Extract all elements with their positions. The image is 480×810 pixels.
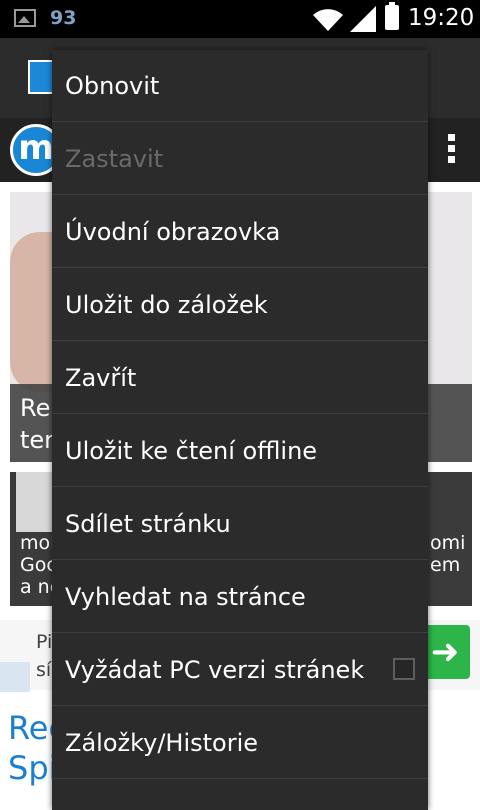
options-menu: Obnovit Zastavit Úvodní obrazovka Uložit… <box>52 50 428 810</box>
menu-item-label: Obnovit <box>65 72 160 100</box>
menu-item-home[interactable]: Úvodní obrazovka <box>52 196 428 268</box>
ad-text-line: Pi <box>36 631 53 653</box>
menu-item-bookmarks-history[interactable]: Záložky/Historie <box>52 707 428 779</box>
menu-item-reload[interactable]: Obnovit <box>52 50 428 122</box>
menu-item-label: Záložky/Historie <box>65 729 259 757</box>
overflow-menu-icon[interactable] <box>448 134 456 164</box>
menu-item-label: Uložit do záložek <box>65 291 268 319</box>
menu-item-bookmark[interactable]: Uložit do záložek <box>52 269 428 341</box>
menu-item-label: Vyhledat na stránce <box>65 583 306 611</box>
battery-icon <box>385 2 399 30</box>
status-bar: 93 19:20 <box>0 0 480 38</box>
menu-item-label: Zastavit <box>65 145 164 173</box>
image-notification-icon <box>14 9 36 27</box>
menu-item-share[interactable]: Sdílet stránku <box>52 488 428 560</box>
menu-item-stop: Zastavit <box>52 123 428 195</box>
menu-item-find[interactable]: Vyhledat na stránce <box>52 561 428 633</box>
clock: 19:20 <box>408 5 475 31</box>
menu-item-label: Vyžádat PC verzi stránek <box>65 656 365 684</box>
signal-icon <box>350 6 376 32</box>
article-caption-line: em <box>430 554 461 576</box>
article-caption-line: mol <box>20 532 56 554</box>
menu-item-desktop-site[interactable]: Vyžádat PC verzi stránek <box>52 634 428 706</box>
ad-choices-icon[interactable] <box>0 662 30 692</box>
article-caption-line: Re <box>20 394 51 422</box>
menu-item-save-offline[interactable]: Uložit ke čtení offline <box>52 415 428 487</box>
menu-item-label: Uložit ke čtení offline <box>65 437 318 465</box>
article-caption-line: omi <box>430 532 466 554</box>
menu-item-label: Úvodní obrazovka <box>65 218 281 246</box>
article-caption-line: ter <box>20 426 55 454</box>
ad-text-line: sí <box>36 659 52 681</box>
menu-item-label: Zavřít <box>65 364 137 392</box>
wifi-icon <box>313 9 343 32</box>
notification-count: 93 <box>50 7 77 29</box>
menu-item-close[interactable]: Zavřít <box>52 342 428 414</box>
menu-item-label: Sdílet stránku <box>65 510 231 538</box>
desktop-site-checkbox[interactable] <box>393 658 415 680</box>
